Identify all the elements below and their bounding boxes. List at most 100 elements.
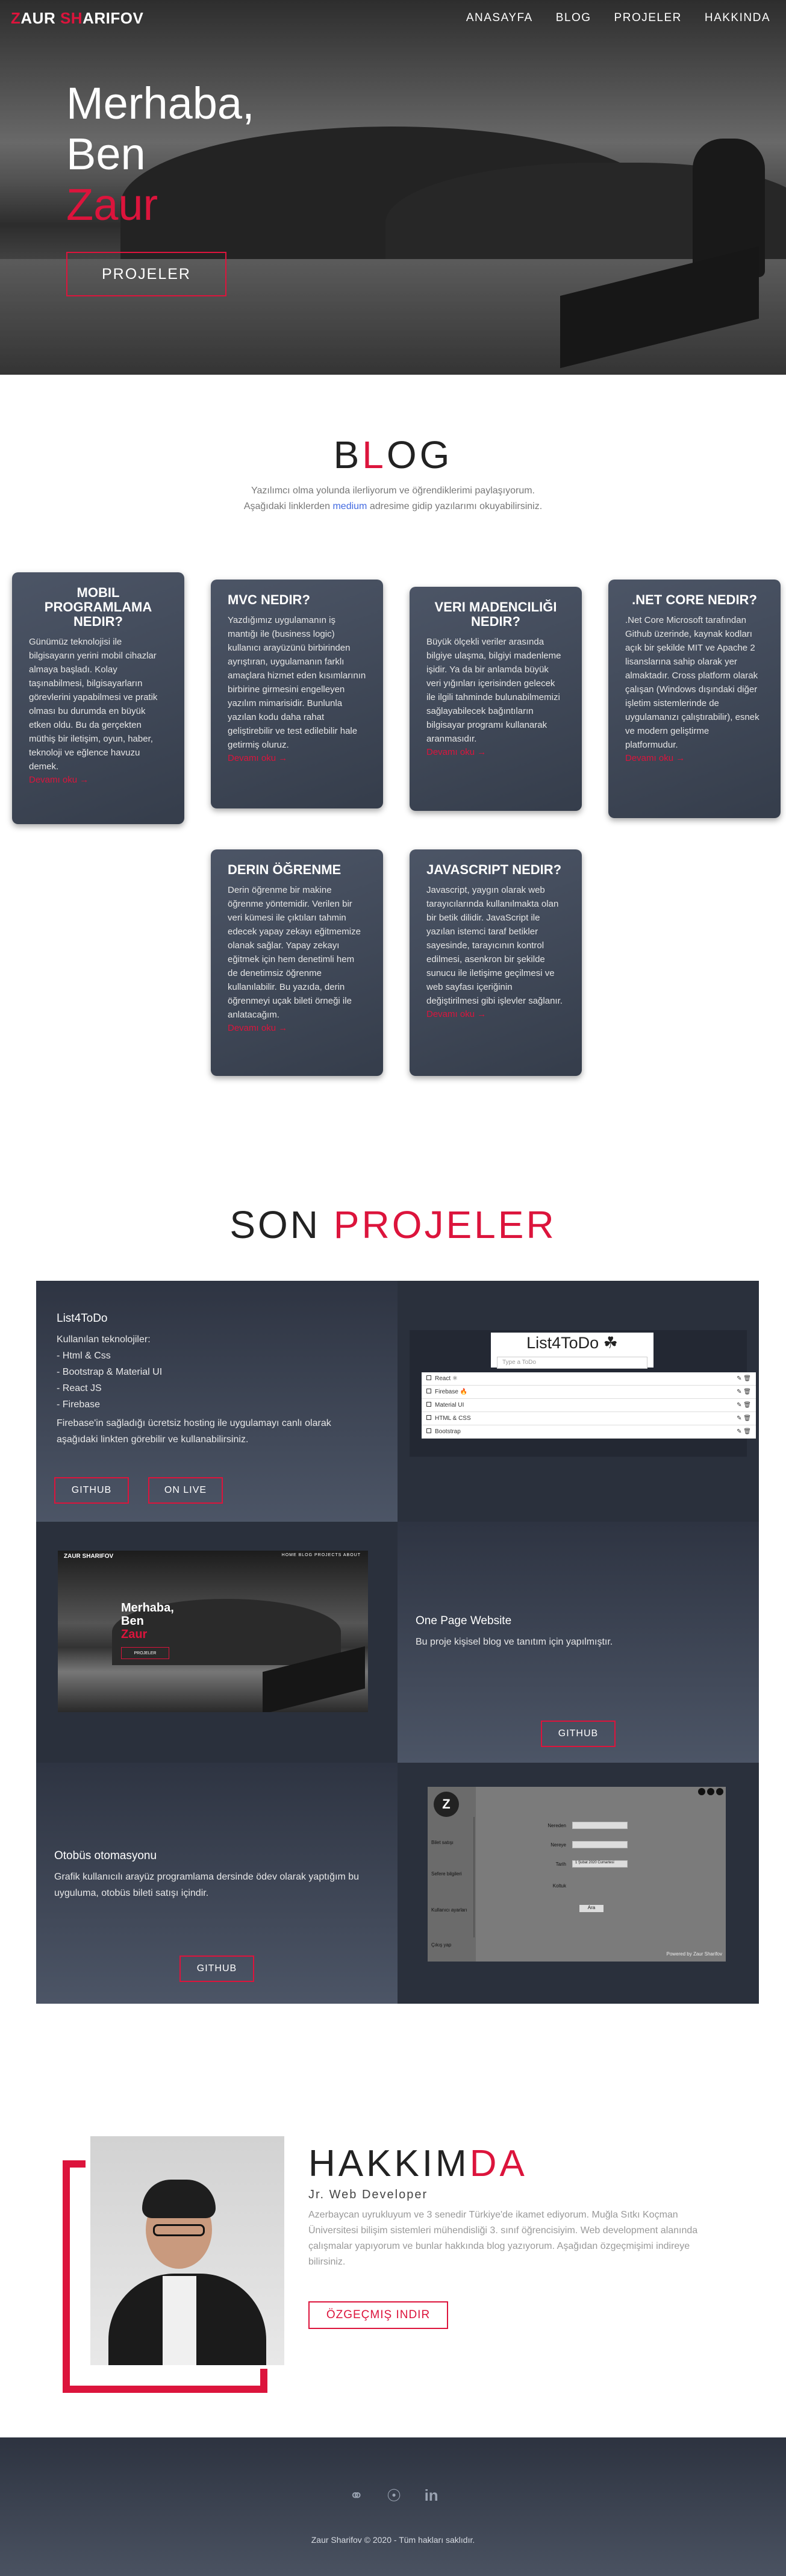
title-part: B — [333, 433, 363, 477]
logo-accent: SH — [60, 8, 83, 27]
onepage-github-button[interactable]: GITHUB — [541, 1721, 616, 1747]
medium-icon[interactable]: ⚭ — [349, 2486, 363, 2506]
card-title: MOBIL PROGRAMLAMA NEDIR? — [44, 585, 152, 629]
card-text: Derin öğrenme bir makine öğrenme yöntemi… — [228, 885, 361, 1020]
navbar: ZAUR SHARIFOV ANASAYFA BLOG PROJELER HAK… — [0, 0, 786, 36]
blog-subtitle: Yazılımcı olma yolunda ilerliyorum ve öğ… — [241, 483, 545, 514]
medium-link[interactable]: medium — [332, 501, 367, 511]
bus-mock-search: Ara — [579, 1905, 604, 1912]
bus-mock-side-item: Sefere bilgileri — [431, 1871, 462, 1877]
profile-photo — [90, 2136, 284, 2365]
card-title: VERI MADENCILIĞI NEDIR? — [434, 599, 557, 629]
nav-link-projeler[interactable]: PROJELER — [614, 11, 682, 25]
title-accent: L — [362, 433, 387, 477]
card-text: Büyük ölçekli veriler arasında bilgiye u… — [426, 637, 561, 744]
blog-card[interactable]: MVC NEDIR? Yazdığımız uygulamanın iş man… — [211, 580, 383, 808]
project-line: - Html & Css — [57, 1351, 111, 1361]
about-role: Jr. Web Developer — [308, 2188, 428, 2201]
project-todo-preview: List4ToDo ☘ Type a ToDo React ⚛ ✎ 🗑 Fireb… — [398, 1281, 759, 1522]
read-more-link[interactable]: Devamı oku → — [29, 775, 167, 785]
blog-card[interactable]: VERI MADENCILIĞI NEDIR? Büyük ölçekli ve… — [410, 587, 582, 811]
nav-links: ANASAYFA BLOG PROJELER HAKKINDA — [466, 11, 770, 25]
onepage-mock-logo: ZAUR SHARIFOV — [64, 1553, 114, 1560]
blog-card[interactable]: DERIN ÖĞRENME Derin öğrenme bir makine ö… — [211, 849, 383, 1076]
bus-mock-footer: Powered by Zaur Sharifov — [666, 1951, 723, 1957]
projects-grid: List4ToDo Kullanılan teknolojiler: - Htm… — [36, 1281, 759, 2004]
photo-frame-bottom — [63, 2369, 267, 2393]
todo-mock-input: Type a ToDo — [497, 1357, 647, 1369]
bus-mock-side-item: Kullanıcı ayarları — [431, 1907, 467, 1913]
card-title: .NET CORE NEDIR? — [632, 592, 757, 607]
project-desc: Bu proje kişisel blog ve tanıtım için ya… — [416, 1637, 613, 1647]
linkedin-icon[interactable]: in — [425, 2486, 438, 2505]
card-text: Günümüz teknolojisi ile bilgisayarın yer… — [29, 637, 158, 772]
title-part: OG — [386, 433, 453, 477]
projects-title: SON PROJELER — [0, 1202, 786, 1247]
read-more-link[interactable]: Devamı oku → — [426, 747, 565, 757]
blog-card[interactable]: MOBIL PROGRAMLAMA NEDIR? Günümüz teknolo… — [12, 572, 184, 824]
nav-link-hakkinda[interactable]: HAKKINDA — [705, 11, 770, 25]
project-title: Otobüs otomasyonu — [54, 1849, 157, 1862]
card-title: JAVASCRIPT NEDIR? — [426, 862, 562, 877]
title-part: SON — [229, 1203, 334, 1246]
read-more-link[interactable]: Devamı oku → — [625, 753, 764, 763]
bus-mock-label: Koltuk — [552, 1883, 566, 1889]
card-text: Javascript, yaygın olarak web tarayıcıla… — [426, 885, 563, 1006]
hero-name: Zaur — [66, 180, 158, 230]
bus-mock-label: Nereden — [547, 1823, 566, 1828]
onepage-mock-nav: HOME BLOG PROJECTS ABOUT — [281, 1553, 361, 1557]
onepage-mock-button: PROJELER — [121, 1647, 169, 1659]
project-line: - React JS — [57, 1383, 102, 1393]
todo-mock-item: React ⚛ ✎ 🗑 — [422, 1372, 756, 1386]
project-line: Kullanılan teknolojiler: — [57, 1334, 151, 1345]
project-desc: Grafik kullanıcılı arayüz programlama de… — [54, 1872, 360, 1898]
copyright-text: Zaur Sharifov © 2020 - Tüm hakları saklı… — [311, 2535, 475, 2545]
todo-mock-list: React ⚛ ✎ 🗑 Firebase 🔥 ✎ 🗑 Material UI ✎ 🗑 … — [422, 1372, 756, 1439]
onepage-mock-title: Merhaba, Ben Zaur — [121, 1601, 174, 1641]
blog-card[interactable]: .NET CORE NEDIR? .Net Core Microsoft tar… — [608, 580, 781, 818]
card-title: MVC NEDIR? — [228, 592, 310, 607]
logo-part: AUR — [20, 8, 60, 27]
todo-mock-item: Material UI ✎ 🗑 — [422, 1399, 756, 1412]
card-title: DERIN ÖĞRENME — [228, 862, 342, 877]
read-more-link[interactable]: Devamı oku → — [228, 1023, 366, 1033]
card-text: Yazdığımız uygulamanın iş mantığı ile (b… — [228, 615, 366, 750]
bus-mock-label: Tarih — [555, 1862, 566, 1867]
about-title: HAKKIMDA — [308, 2142, 528, 2185]
project-onepage-preview: ZAUR SHARIFOV HOME BLOG PROJECTS ABOUT M… — [36, 1522, 398, 1763]
about-text: Azerbaycan uyrukluyum ve 3 senedir Türki… — [308, 2210, 698, 2267]
social-icons: ⚭ ☉ in — [349, 2486, 438, 2506]
onepage-screenshot: ZAUR SHARIFOV HOME BLOG PROJECTS ABOUT M… — [58, 1551, 368, 1712]
todo-live-button[interactable]: ON LIVE — [148, 1477, 223, 1504]
project-bus-info: Otobüs otomasyonu Grafik kullanıcılı ara… — [36, 1763, 398, 2004]
nav-link-anasayfa[interactable]: ANASAYFA — [466, 11, 533, 25]
project-bus-preview: Z Bilet satışı Sefere bilgileri Kullanıc… — [398, 1763, 759, 2004]
hero-projects-button[interactable]: PROJELER — [66, 252, 226, 296]
blog-card[interactable]: JAVASCRIPT NEDIR? Javascript, yaygın ola… — [410, 849, 582, 1076]
title-part: HAKKIM — [308, 2143, 470, 2184]
project-desc: Firebase'in sağladığı ücretsiz hosting i… — [57, 1418, 331, 1445]
project-line: - Firebase — [57, 1399, 101, 1410]
project-title: List4ToDo — [57, 1312, 108, 1325]
hero-line: Ben — [66, 129, 146, 179]
title-accent: PROJELER — [333, 1203, 557, 1246]
subtitle-text: adresime gidip yazılarımı okuyabilirsini… — [367, 501, 543, 511]
bus-github-button[interactable]: GITHUB — [179, 1955, 254, 1982]
logo-part: ARIFOV — [83, 8, 144, 27]
bus-mock-logo: Z — [434, 1792, 459, 1817]
github-icon[interactable]: ☉ — [386, 2486, 401, 2506]
read-more-link[interactable]: Devamı oku → — [426, 1009, 565, 1019]
hero-line: Merhaba, — [66, 78, 255, 128]
hero-section: ZAUR SHARIFOV ANASAYFA BLOG PROJELER HAK… — [0, 0, 786, 375]
project-todo-info: List4ToDo Kullanılan teknolojiler: - Htm… — [36, 1281, 398, 1522]
project-title: One Page Website — [416, 1615, 512, 1627]
todo-screenshot: List4ToDo ☘ Type a ToDo React ⚛ ✎ 🗑 Fireb… — [410, 1330, 756, 1457]
read-more-link[interactable]: Devamı oku → — [228, 753, 366, 763]
bus-mock-date: 1 Şubat 2020 Cumartesi — [572, 1860, 628, 1868]
nav-link-blog[interactable]: BLOG — [556, 11, 591, 25]
download-cv-button[interactable]: ÖZGEÇMIŞ INDIR — [308, 2301, 448, 2329]
photo-frame-top — [63, 2160, 86, 2389]
site-logo[interactable]: ZAUR SHARIFOV — [11, 9, 143, 28]
todo-github-button[interactable]: GITHUB — [54, 1477, 129, 1504]
bus-mock-label: Nereye — [551, 1842, 566, 1848]
